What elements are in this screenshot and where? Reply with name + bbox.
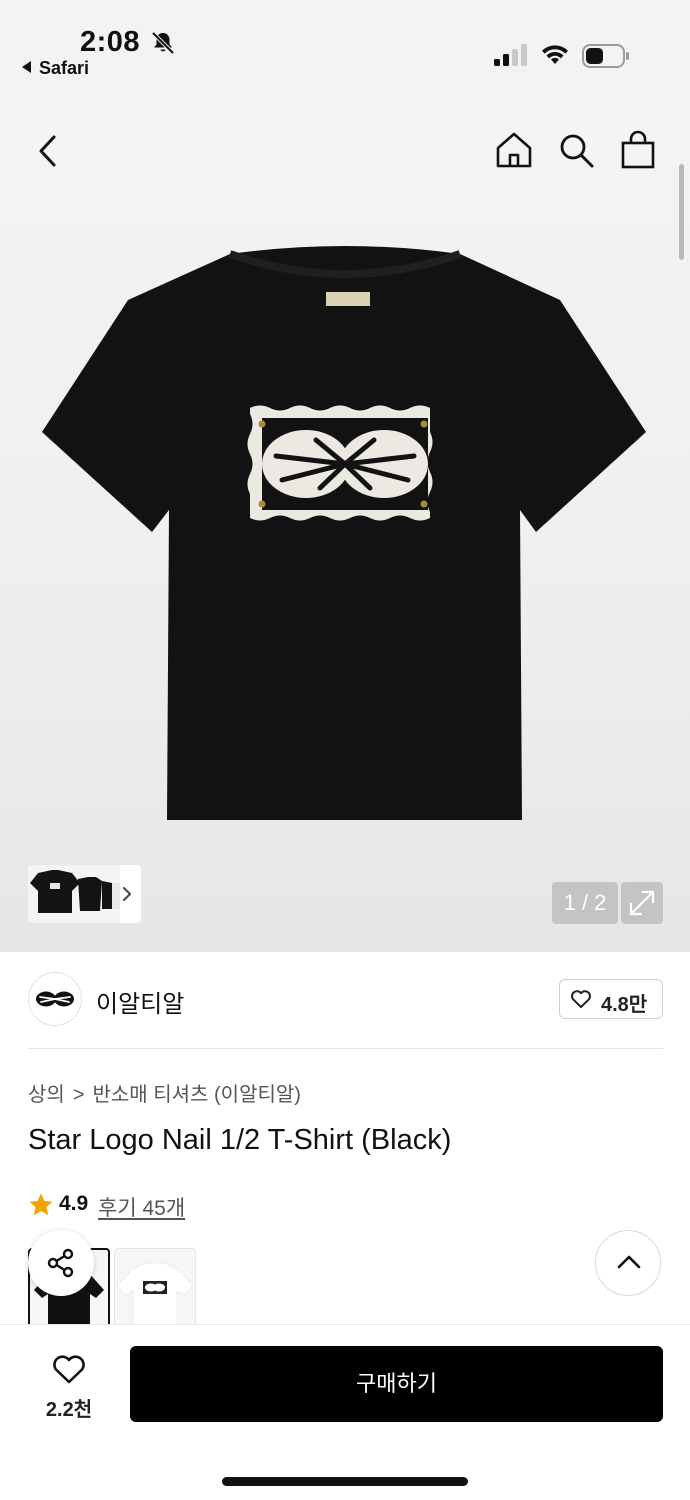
rating-score: 4.9: [59, 1192, 89, 1215]
buy-button[interactable]: 구매하기: [130, 1346, 663, 1422]
brand-like-button[interactable]: 4.8만: [559, 979, 663, 1019]
battery-icon: [582, 44, 629, 68]
color-option-white-image: [116, 1262, 194, 1327]
breadcrumb-item-subcategory[interactable]: 반소매 티셔츠 (이알티알): [93, 1084, 301, 1106]
product-gallery[interactable]: 1 / 2: [0, 92, 690, 952]
brand-logo[interactable]: [28, 972, 82, 1026]
product-image-tshirt: [42, 246, 646, 820]
status-bar: 2:08 Safari: [0, 0, 690, 92]
color-option-white[interactable]: [114, 1248, 196, 1328]
expand-icon: [629, 890, 655, 916]
image-counter: 1 / 2: [552, 882, 618, 924]
bottom-action-bar: 2.2천 구매하기: [0, 1324, 690, 1500]
chevron-right-icon[interactable]: [120, 883, 134, 905]
wishlist-button[interactable]: 2.2천: [36, 1353, 102, 1422]
scrollbar-thumb[interactable]: [679, 164, 684, 260]
brand-name[interactable]: 이알티알: [96, 984, 184, 1019]
breadcrumb: 상의 > 반소매 티셔츠 (이알티알): [28, 1078, 301, 1107]
back-to-app-link[interactable]: Safari: [22, 58, 89, 79]
product-title: Star Logo Nail 1/2 T-Shirt (Black): [28, 1124, 452, 1156]
breadcrumb-separator: >: [72, 1084, 85, 1106]
back-app-label: Safari: [39, 58, 90, 78]
heart-icon: [53, 1355, 85, 1384]
brand-logo-icon: [36, 991, 74, 1007]
thumbnail-strip[interactable]: [28, 865, 141, 923]
bell-slash-icon: [151, 31, 175, 55]
scroll-to-top-button[interactable]: [595, 1230, 661, 1296]
divider: [28, 1048, 663, 1049]
expand-button[interactable]: [621, 882, 663, 924]
heart-icon: [571, 990, 591, 1008]
share-icon: [47, 1248, 74, 1278]
thumbnail-images: [28, 865, 120, 923]
reviews-link[interactable]: 후기 45개: [98, 1192, 185, 1222]
home-icon[interactable]: [494, 130, 534, 170]
back-triangle-icon: [22, 61, 31, 73]
brand-like-count: 4.8만: [601, 994, 648, 1016]
shopping-bag-icon[interactable]: [618, 130, 658, 170]
status-time: 2:08: [80, 26, 141, 58]
chevron-up-icon: [617, 1255, 641, 1269]
cellular-signal-icon: [494, 44, 527, 66]
breadcrumb-item-category[interactable]: 상의: [28, 1084, 65, 1106]
star-icon: [29, 1193, 53, 1216]
search-icon[interactable]: [556, 130, 596, 170]
home-indicator[interactable]: [222, 1477, 468, 1486]
wifi-icon: [542, 45, 568, 64]
back-chevron-icon[interactable]: [34, 132, 64, 170]
share-button[interactable]: [28, 1230, 94, 1296]
wishlist-count: 2.2천: [45, 1399, 93, 1421]
